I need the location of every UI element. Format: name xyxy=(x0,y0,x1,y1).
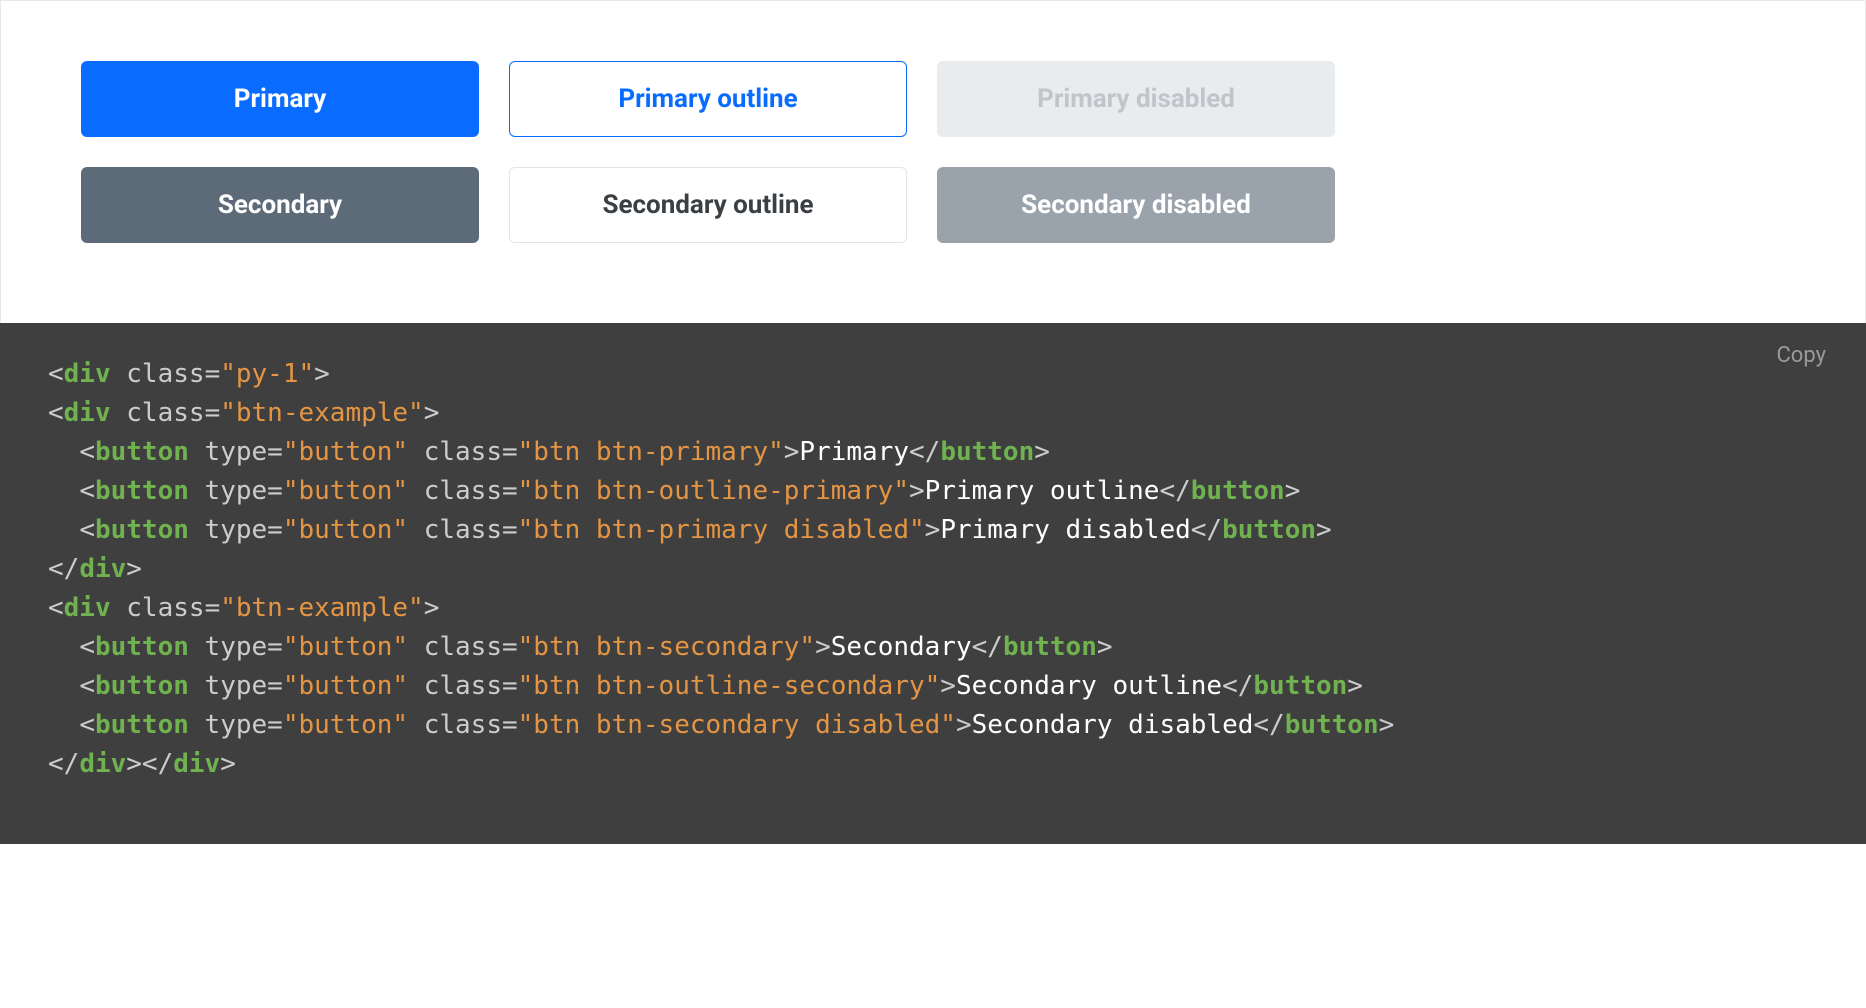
button-row-primary: Primary Primary outline Primary disabled xyxy=(81,61,1785,137)
code-line: </div></div> xyxy=(48,745,1818,784)
secondary-outline-button[interactable]: Secondary outline xyxy=(509,167,907,243)
example-container: Primary Primary outline Primary disabled… xyxy=(0,0,1866,844)
code-line: </div> xyxy=(48,550,1818,589)
primary-disabled-button: Primary disabled xyxy=(937,61,1335,137)
button-row-secondary: Secondary Secondary outline Secondary di… xyxy=(81,167,1785,243)
code-line: <button type="button" class="btn btn-pri… xyxy=(48,433,1818,472)
code-line: <button type="button" class="btn btn-out… xyxy=(48,667,1818,706)
code-panel: Copy <div class="py-1"><div class="btn-e… xyxy=(0,323,1866,844)
code-block: <div class="py-1"><div class="btn-exampl… xyxy=(48,355,1818,784)
code-line: <div class="btn-example"> xyxy=(48,394,1818,433)
primary-outline-button[interactable]: Primary outline xyxy=(509,61,907,137)
preview-panel: Primary Primary outline Primary disabled… xyxy=(0,0,1866,323)
code-line: <button type="button" class="btn btn-sec… xyxy=(48,706,1818,745)
code-line: <button type="button" class="btn btn-sec… xyxy=(48,628,1818,667)
copy-button[interactable]: Copy xyxy=(1776,343,1826,368)
secondary-button[interactable]: Secondary xyxy=(81,167,479,243)
code-line: <button type="button" class="btn btn-pri… xyxy=(48,511,1818,550)
code-line: <div class="py-1"> xyxy=(48,355,1818,394)
code-line: <div class="btn-example"> xyxy=(48,589,1818,628)
secondary-disabled-button: Secondary disabled xyxy=(937,167,1335,243)
code-line: <button type="button" class="btn btn-out… xyxy=(48,472,1818,511)
primary-button[interactable]: Primary xyxy=(81,61,479,137)
